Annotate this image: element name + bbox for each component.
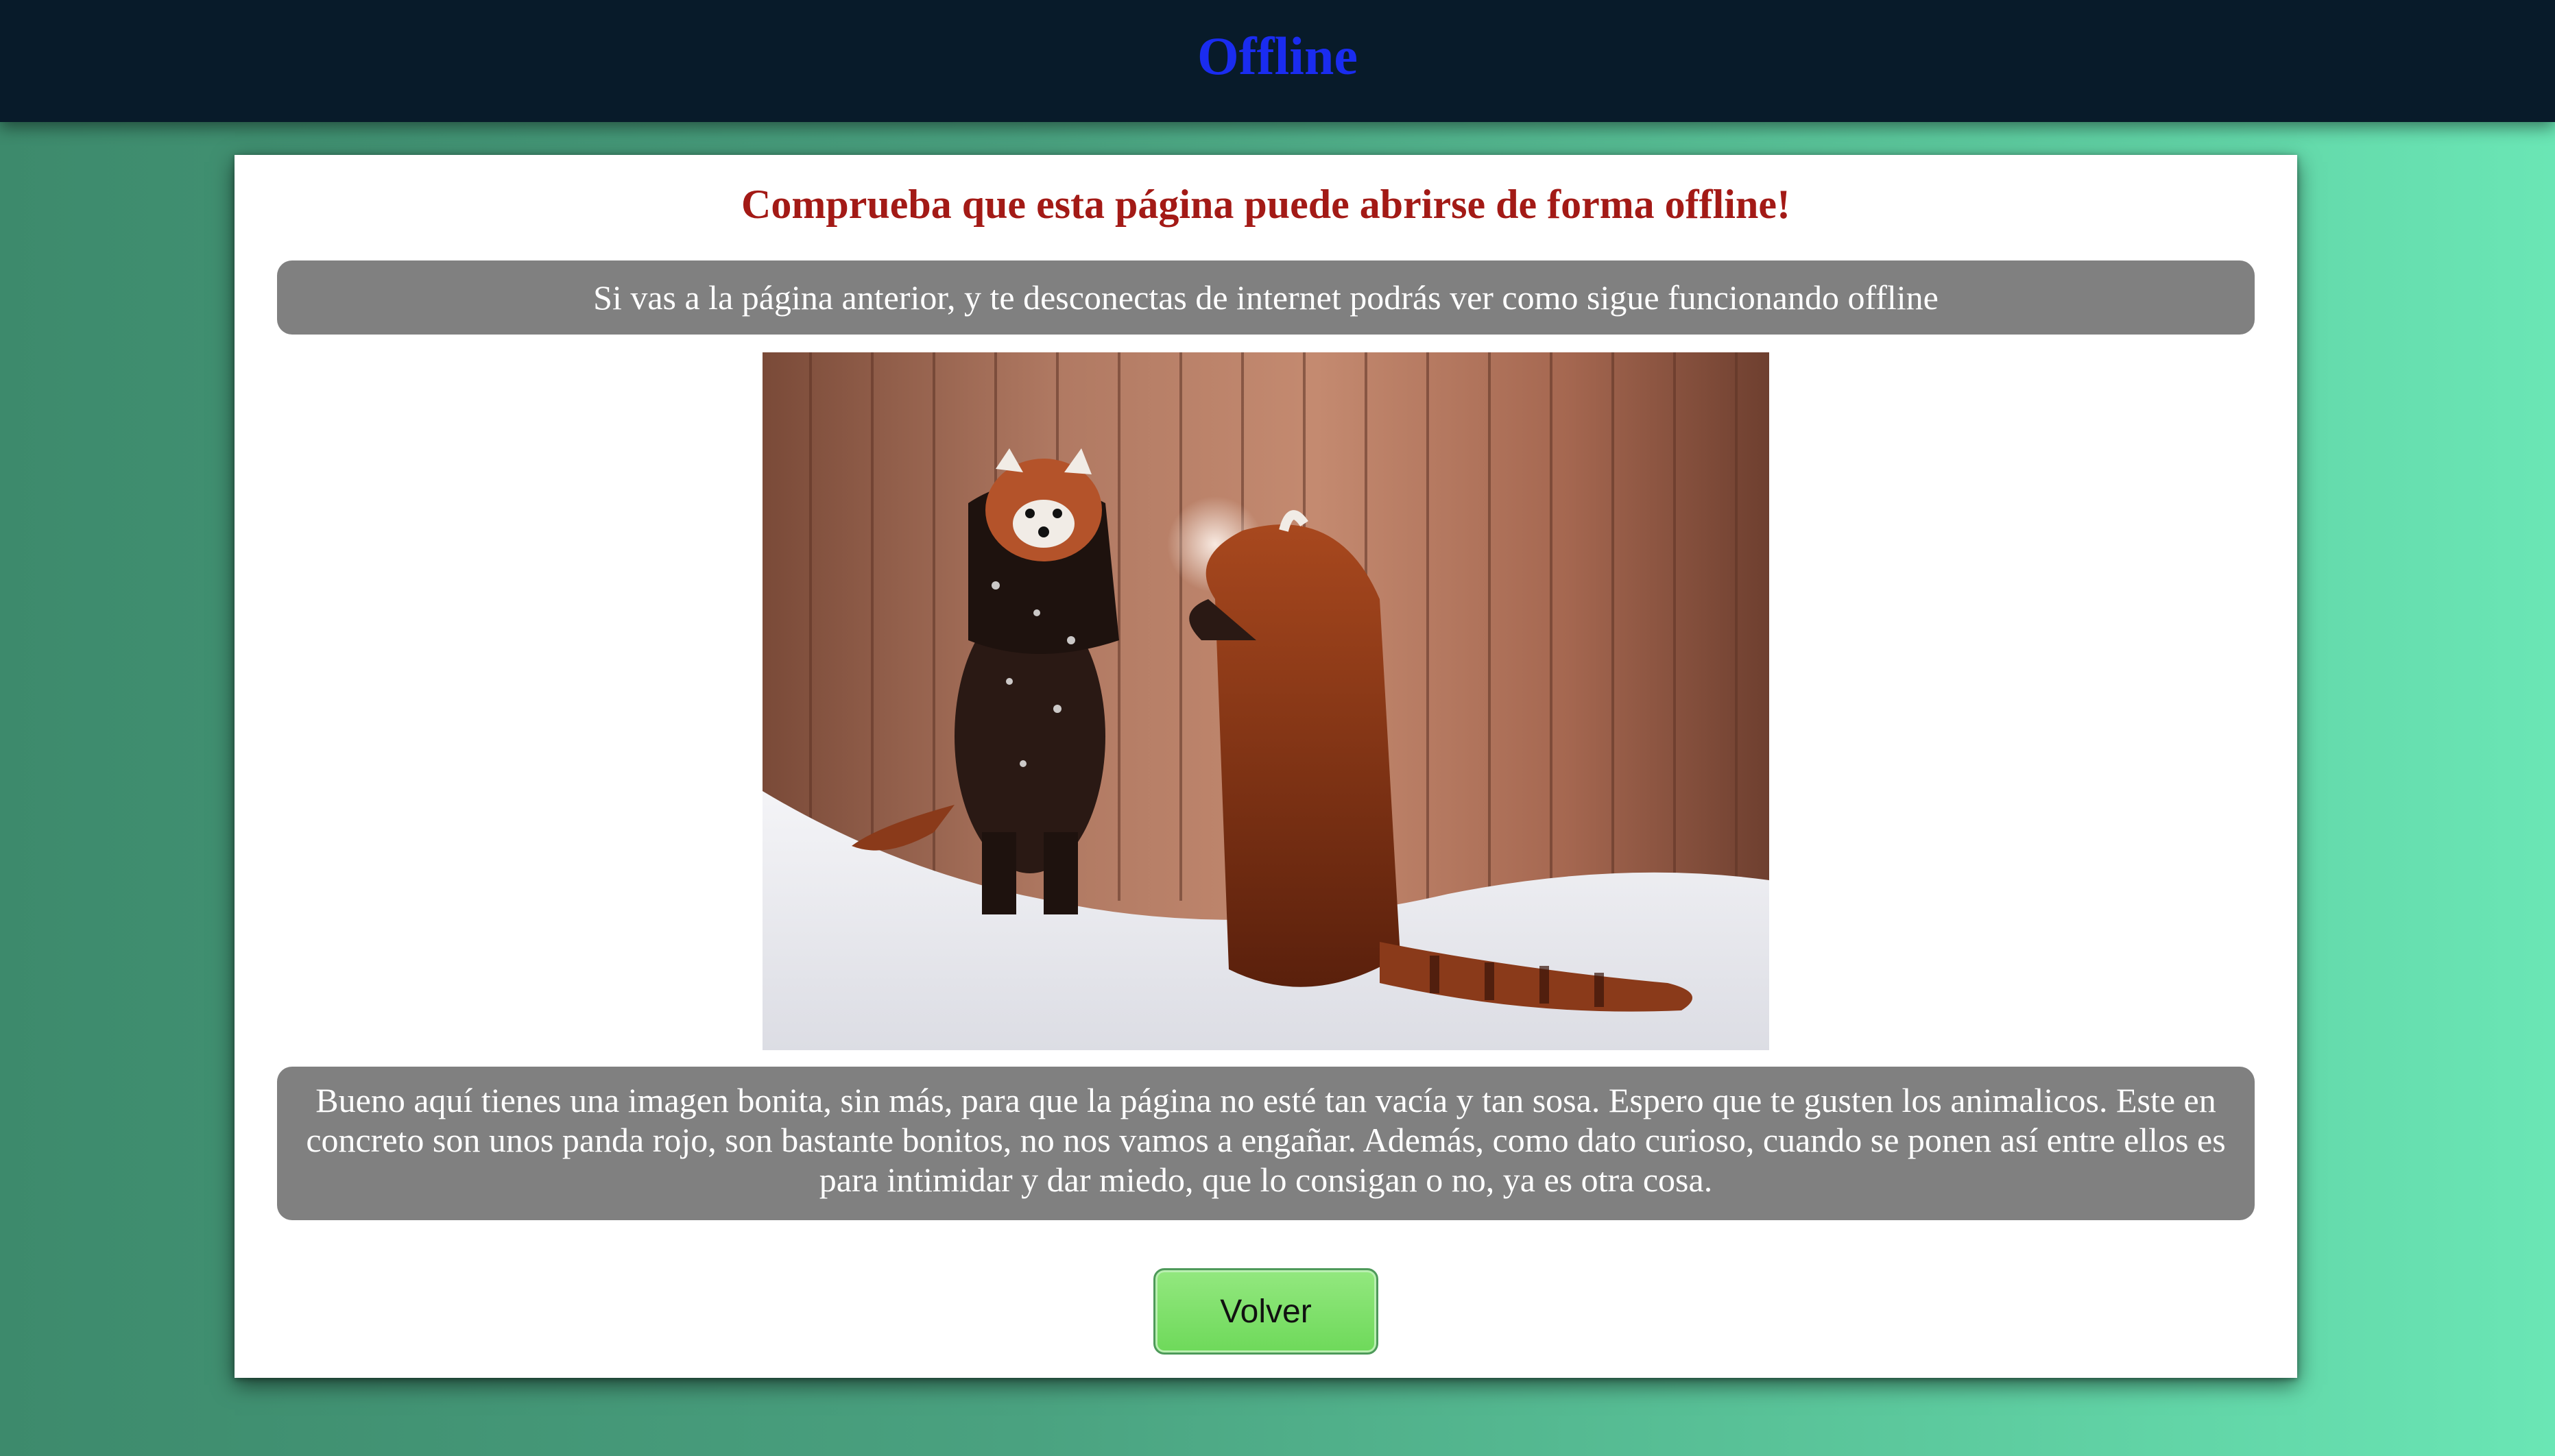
main-heading: Comprueba que esta página puede abrirse … bbox=[741, 182, 1790, 227]
top-header-bar: Offline bbox=[0, 0, 2555, 122]
page-title: Offline bbox=[1197, 26, 1358, 86]
red-panda-photo bbox=[763, 352, 1769, 1050]
back-button[interactable]: Volver bbox=[1153, 1268, 1378, 1355]
content-card: Comprueba que esta página puede abrirse … bbox=[235, 155, 2297, 1378]
offline-notice-box: Si vas a la página anterior, y te descon… bbox=[277, 260, 2255, 335]
description-box: Bueno aquí tienes una imagen bonita, sin… bbox=[277, 1067, 2255, 1220]
